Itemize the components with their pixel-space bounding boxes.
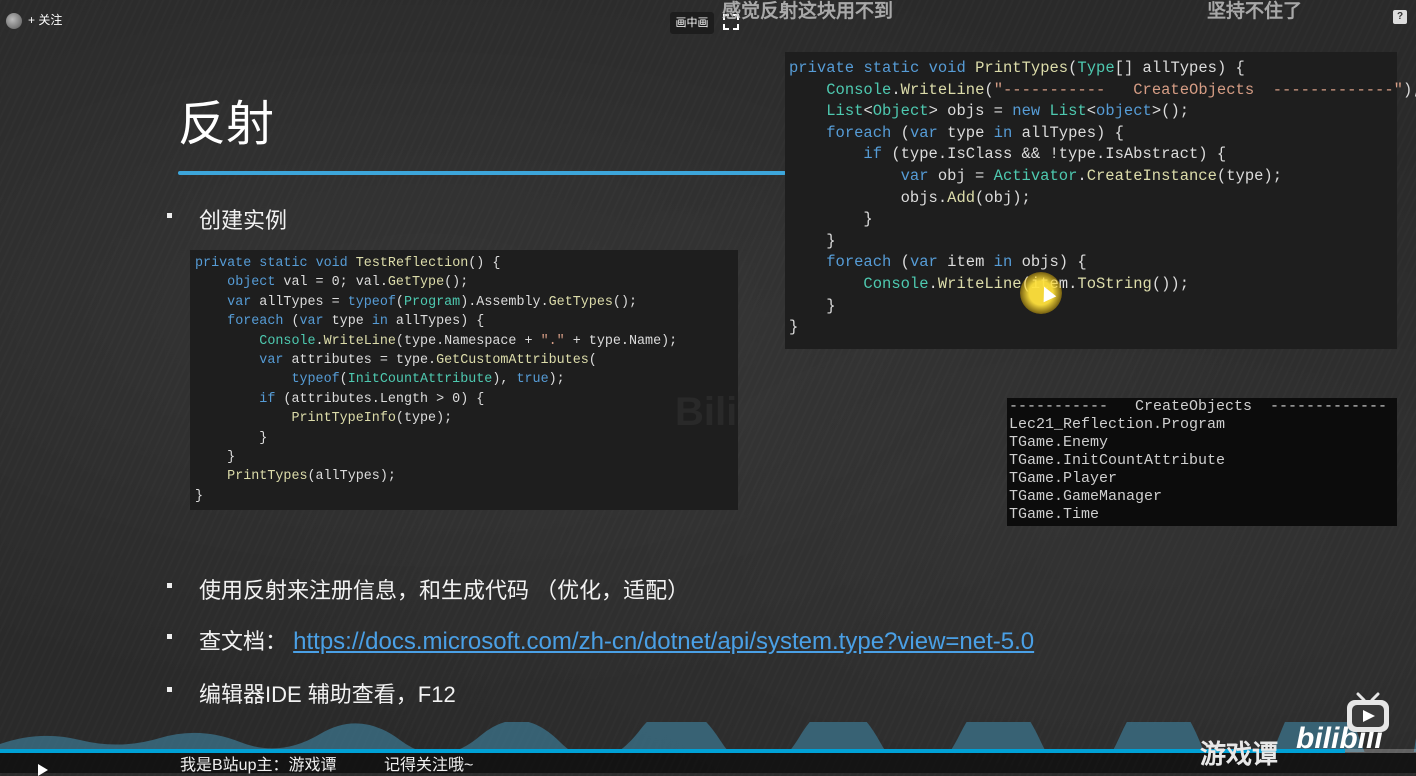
code-line: object val = 0; val.GetType();: [227, 275, 469, 291]
play-icon[interactable]: [38, 764, 48, 776]
bullet-item: 查文档： https://docs.microsoft.com/zh-cn/do…: [167, 624, 1034, 656]
console-line: TGame.InitCountAttribute: [1009, 452, 1226, 469]
code-line: }: [195, 450, 236, 466]
picture-in-picture-button[interactable]: 画中画: [670, 12, 714, 34]
bilibili-tv-icon: [1347, 692, 1389, 732]
bullet-text: 编辑器IDE 辅助查看，F12: [199, 682, 456, 707]
code-line: if (attributes.Length > 0) {: [259, 391, 485, 407]
console-line: TGame.Enemy: [1009, 434, 1109, 451]
watermark: Bili: [675, 390, 738, 434]
docs-link[interactable]: https://docs.microsoft.com/zh-cn/dotnet/…: [293, 628, 1034, 655]
subtitle-right: 记得关注哦~: [384, 757, 474, 774]
console-output: ----------- CreateObjects ------------- L…: [1007, 398, 1397, 526]
danmaku-comment: 坚持不住了: [1207, 1, 1303, 22]
code-line: var attributes = type.GetCustomAttribute…: [259, 353, 597, 369]
code-line: }: [195, 488, 204, 504]
bullet-item: 使用反射来注册信息，和生成代码 （优化，适配）: [167, 573, 690, 605]
code-line: var allTypes = typeof(Program).Assembly.…: [227, 294, 638, 310]
code-line: foreach (var type in allTypes) {: [826, 123, 1124, 142]
code-line: }: [789, 296, 836, 315]
code-line: List<Object> objs = new List<object>();: [826, 102, 1190, 121]
code-line: Console.WriteLine("----------- CreateObj…: [826, 80, 1416, 99]
bullet-dot: [167, 634, 172, 639]
console-line: TGame.Time: [1009, 506, 1100, 523]
code-line: Console.WriteLine(type.Namespace + "." +…: [259, 333, 678, 349]
code-line: Console.WriteLine(item.ToString());: [863, 274, 1190, 293]
bullet-text: 创建实例: [199, 208, 288, 233]
help-icon[interactable]: ?: [1393, 10, 1407, 24]
subtitle-left: 我是B站up主：游戏谭: [180, 757, 337, 774]
bullet-item: 编辑器IDE 辅助查看，F12: [167, 677, 456, 709]
code-line: PrintTypes(allTypes);: [227, 469, 396, 485]
code-line: }: [789, 231, 836, 250]
console-line: TGame.Player: [1009, 470, 1118, 487]
bullet-text: 使用反射来注册信息，和生成代码 （优化，适配）: [199, 578, 690, 603]
code-line: typeof(InitCountAttribute), true);: [291, 372, 565, 388]
channel-name-watermark: 游戏谭: [1200, 739, 1279, 769]
uploader-avatar[interactable]: [6, 13, 22, 29]
code-block-test-reflection: private static void TestReflection() { o…: [190, 250, 738, 510]
code-line: if (type.IsClass && !type.IsAbstract) {: [863, 145, 1227, 164]
code-line: private static void PrintTypes(Type[] al…: [789, 59, 1245, 77]
code-line: }: [789, 210, 873, 229]
slide-title: 反射: [178, 98, 275, 151]
danmaku-comment: 感觉反射这块用不到: [722, 1, 894, 22]
code-line: }: [195, 430, 268, 446]
bullet-dot: [167, 213, 172, 218]
code-line: objs.Add(obj);: [789, 188, 1031, 207]
console-line: Lec21_Reflection.Program: [1009, 416, 1226, 433]
code-line: private static void TestReflection() {: [195, 256, 501, 271]
code-line: PrintTypeInfo(type);: [291, 411, 453, 427]
bullet-text: 查文档：: [199, 629, 288, 654]
code-line: foreach (var item in objs) {: [826, 253, 1087, 272]
code-block-print-types: private static void PrintTypes(Type[] al…: [785, 52, 1416, 349]
follow-button[interactable]: + 关注: [28, 11, 62, 28]
code-line: foreach (var type in allTypes) {: [227, 314, 485, 330]
code-line: }: [789, 318, 799, 337]
bullet-dot: [167, 687, 172, 692]
console-line: TGame.GameManager: [1009, 488, 1163, 505]
code-line: var obj = Activator.CreateInstance(type)…: [900, 166, 1283, 185]
bullet-dot: [167, 583, 172, 588]
console-line: ----------- CreateObjects -------------: [1009, 398, 1388, 415]
bullet-item: 创建实例: [167, 203, 288, 235]
title-underline: [178, 171, 786, 175]
